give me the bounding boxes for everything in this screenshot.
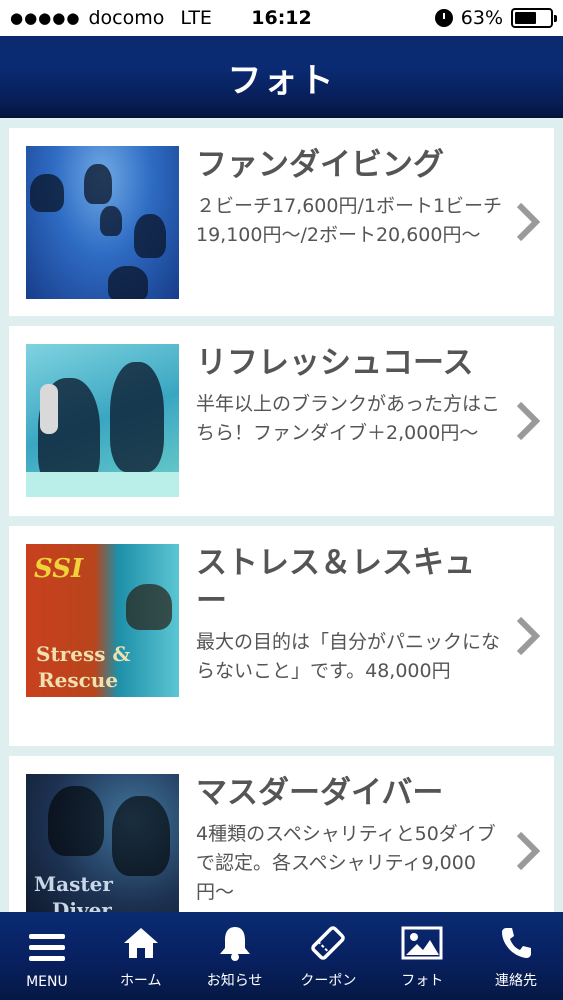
course-list[interactable]: ファンダイビング ２ビーチ17,600円/1ボート1ビーチ19,100円〜/2ボ… — [0, 118, 563, 912]
tab-contact[interactable]: 連絡先 — [469, 912, 563, 1000]
master-diver-photo: Master Diver — [26, 774, 179, 912]
fun-diving-photo — [26, 146, 179, 299]
tab-label: フォト — [401, 973, 444, 989]
diver-silhouette — [48, 786, 104, 856]
tab-label: 連絡先 — [495, 973, 538, 989]
diver-silhouette — [110, 362, 164, 472]
list-item-stress-rescue[interactable]: SSI Stress & Rescue ストレス＆レスキュー 最大の目的は「自分… — [9, 526, 554, 746]
tab-photo[interactable]: フォト — [375, 912, 469, 1000]
card-body: ストレス＆レスキュー 最大の目的は「自分がパニックにならないこと」です。48,0… — [196, 544, 504, 686]
list-item-master-diver[interactable]: Master Diver マスダーダイバー 4種類のスペシャリティと50ダイブで… — [9, 756, 554, 912]
chevron-right-icon — [516, 202, 540, 242]
tab-menu[interactable]: MENU — [0, 912, 94, 1000]
item-title: リフレッシュコース — [196, 345, 474, 381]
diver-silhouette — [108, 266, 148, 299]
card-body: マスダーダイバー 4種類のスペシャリティと50ダイブで認定。各スペシャリティ9,… — [196, 774, 504, 907]
list-item-fun-diving[interactable]: ファンダイビング ２ビーチ17,600円/1ボート1ビーチ19,100円〜/2ボ… — [9, 128, 554, 316]
tab-label: ホーム — [119, 973, 162, 989]
tab-label: お知らせ — [206, 973, 263, 989]
stress-text: Stress & — [36, 642, 131, 666]
diver-silhouette — [126, 584, 172, 630]
stress-rescue-photo: SSI Stress & Rescue — [26, 544, 179, 697]
diver-silhouette — [84, 164, 112, 204]
tab-label: クーポン — [300, 973, 357, 989]
page-title: フォト — [227, 60, 336, 101]
tab-home[interactable]: ホーム — [94, 912, 188, 1000]
ssi-logo-text: SSI — [34, 554, 84, 584]
carrier-name: docomo — [88, 7, 165, 29]
list-item-refresh-course[interactable]: リフレッシュコース 半年以上のブランクがあった方はこちら！ファンダイブ＋2,00… — [9, 326, 554, 516]
chevron-right-icon — [516, 401, 540, 441]
air-tank-shape — [40, 384, 58, 434]
tab-news[interactable]: お知らせ — [188, 912, 282, 1000]
status-right: 63% — [434, 7, 557, 29]
item-title: ファンダイビング — [196, 147, 444, 183]
network-type: LTE — [180, 7, 212, 29]
tab-coupon[interactable]: クーポン — [281, 912, 375, 1000]
phone-icon — [499, 920, 533, 966]
item-description: 最大の目的は「自分がパニックにならないこと」です。48,000円 — [196, 631, 501, 682]
chevron-right-icon — [516, 616, 540, 656]
photo-icon — [401, 920, 443, 966]
home-icon — [122, 920, 160, 966]
diver-silhouette — [100, 206, 122, 236]
app-header: フォト — [0, 36, 563, 118]
bottom-tab-bar: MENU ホーム お知らせ クーポン フォト 連絡先 — [0, 912, 563, 1000]
diver-silhouette — [112, 796, 170, 876]
item-description: 半年以上のブランクがあった方はこちら！ファンダイブ＋2,000円〜 — [196, 393, 501, 444]
chevron-right-icon — [516, 831, 540, 871]
battery-fill — [515, 12, 537, 24]
sand-floor-shape — [26, 472, 179, 497]
master-text: Master — [34, 872, 113, 896]
item-description: ２ビーチ17,600円/1ボート1ビーチ19,100円〜/2ボート20,600円… — [196, 195, 503, 246]
item-description: 4種類のスペシャリティと50ダイブで認定。各スペシャリティ9,000円〜 — [196, 823, 496, 903]
item-title: マスダーダイバー — [196, 775, 444, 811]
alarm-icon — [434, 9, 453, 27]
tab-label: MENU — [26, 974, 68, 990]
battery-icon — [511, 8, 557, 28]
signal-strength-icon: ●●●●● — [10, 9, 81, 27]
battery-percent: 63% — [460, 7, 503, 29]
diver-silhouette — [30, 174, 64, 212]
item-title: ストレス＆レスキュー — [196, 545, 475, 619]
diver-text: Diver — [52, 898, 112, 912]
card-body: ファンダイビング ２ビーチ17,600円/1ボート1ビーチ19,100円〜/2ボ… — [196, 146, 504, 250]
diver-silhouette — [134, 214, 166, 258]
menu-icon — [28, 924, 66, 970]
status-bar: ●●●●● docomo LTE 16:12 63% — [0, 0, 563, 36]
rescue-text: Rescue — [38, 668, 119, 692]
coupon-icon — [309, 920, 347, 966]
card-body: リフレッシュコース 半年以上のブランクがあった方はこちら！ファンダイブ＋2,00… — [196, 344, 504, 448]
status-left: ●●●●● docomo LTE — [10, 7, 212, 29]
bell-icon — [217, 920, 253, 966]
refresh-course-photo — [26, 344, 179, 497]
